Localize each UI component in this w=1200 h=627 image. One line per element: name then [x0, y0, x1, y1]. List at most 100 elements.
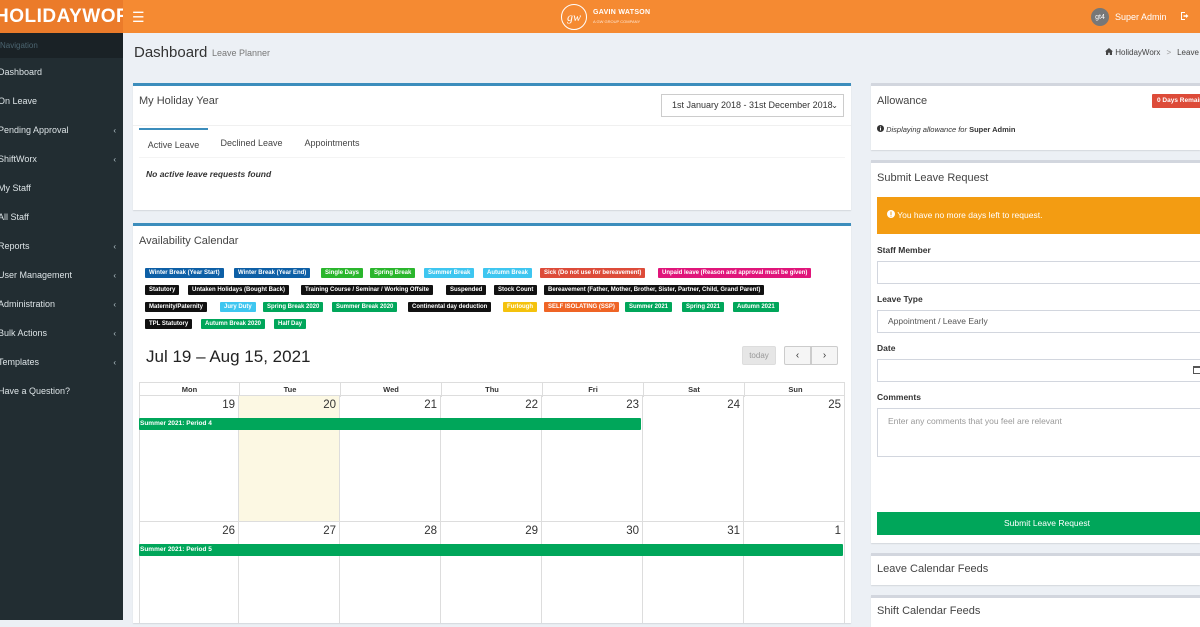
- sidebar-item-bulk-actions[interactable]: Bulk Actions ‹: [0, 319, 123, 348]
- legend-chip: Spring Break 2020: [263, 302, 324, 312]
- tab-active-leave[interactable]: Active Leave: [139, 128, 208, 158]
- legend-chip: Stock Count: [494, 285, 538, 295]
- calendar-day-cell[interactable]: 30: [542, 522, 643, 623]
- sidebar: Navigation Dashboard On Leave Pending Appr…: [0, 33, 123, 620]
- calendar-day-cell[interactable]: 23: [542, 396, 643, 522]
- app-logo[interactable]: HOLIDAYWORX: [0, 0, 123, 33]
- day-number[interactable]: 1: [835, 525, 841, 537]
- leave-calendar-feeds-title[interactable]: Leave Calendar Feeds: [877, 563, 988, 575]
- chevron-right-icon: ›: [822, 350, 827, 361]
- date-label: Date: [877, 343, 896, 353]
- comments-textarea[interactable]: Enter any comments that you feel are rel…: [877, 408, 1200, 457]
- day-number[interactable]: 23: [626, 399, 639, 411]
- calendar-day-cell[interactable]: 21: [340, 396, 441, 522]
- sidebar-item-all-staff[interactable]: All Staff: [0, 203, 123, 232]
- sidebar-item-label: Templates: [0, 357, 40, 367]
- user-name[interactable]: Super Admin: [1115, 12, 1167, 22]
- sidebar-item-label: Reports: [0, 241, 30, 251]
- empty-leave-message: No active leave requests found: [146, 169, 272, 179]
- holiday-year-select[interactable]: 1st January 2018 - 31st December 2018 ⌄: [661, 94, 844, 117]
- day-number[interactable]: 28: [424, 525, 437, 537]
- chevron-left-icon: ‹: [113, 155, 116, 164]
- brand-tagline: A GW GROUP COMPANY: [593, 19, 641, 24]
- legend-chip: Single Days: [321, 268, 364, 278]
- day-number[interactable]: 25: [828, 399, 841, 411]
- sidebar-item-label: All Staff: [0, 212, 29, 222]
- calendar-day-cell[interactable]: 25: [744, 396, 845, 522]
- legend-chip: Maternity/Paternity: [145, 302, 208, 312]
- sidebar-item-dashboard[interactable]: Dashboard: [0, 58, 123, 87]
- chevron-left-icon: ‹: [113, 126, 116, 135]
- calendar-icon[interactable]: [1193, 365, 1200, 377]
- sidebar-item-label: Pending Approval: [0, 125, 69, 135]
- tab-declined-leave[interactable]: Declined Leave: [216, 128, 287, 158]
- calendar-day-cell[interactable]: 26: [139, 522, 239, 623]
- weekday-header-row: Mon Tue Wed Thu Fri Sat Sun: [139, 382, 845, 397]
- shift-calendar-feeds-box: Shift Calendar Feeds: [871, 595, 1200, 627]
- sidebar-item-reports[interactable]: Reports ‹: [0, 232, 123, 261]
- user-menu[interactable]: gt4 Super Admin: [1091, 8, 1190, 26]
- menu-toggle-icon[interactable]: ☰: [132, 9, 145, 26]
- user-avatar[interactable]: gt4: [1091, 8, 1109, 26]
- home-icon[interactable]: [1105, 48, 1115, 57]
- legend-chip: Training Course / Seminar / Working Offs…: [301, 285, 433, 295]
- next-week-button[interactable]: ›: [811, 346, 838, 365]
- weekday-header: Tue: [240, 383, 341, 397]
- sidebar-item-shiftworx[interactable]: ShiftWorx ‹: [0, 145, 123, 174]
- brand-logo-icon: gw: [561, 4, 587, 30]
- allowance-note-prefix: Displaying allowance for: [886, 125, 967, 134]
- calendar-day-cell[interactable]: 1: [744, 522, 845, 623]
- sidebar-item-pending-approval[interactable]: Pending Approval ‹: [0, 116, 123, 145]
- day-number[interactable]: 26: [222, 525, 235, 537]
- legend-chip: Unpaid leave (Reason and approval must b…: [658, 268, 812, 278]
- day-number[interactable]: 21: [424, 399, 437, 411]
- legend-chip: Half Day: [274, 319, 307, 329]
- sidebar-item-administration[interactable]: Administration ‹: [0, 290, 123, 319]
- weekday-header: Sun: [788, 385, 803, 394]
- leave-type-label: Leave Type: [877, 294, 923, 304]
- today-button[interactable]: today: [742, 346, 776, 365]
- day-number[interactable]: 30: [626, 525, 639, 537]
- tab-appointments[interactable]: Appointments: [297, 128, 367, 158]
- staff-member-field[interactable]: [877, 261, 1200, 284]
- info-icon: [877, 125, 886, 134]
- warning-icon: [887, 210, 897, 220]
- top-navbar: HOLIDAYWORX ☰ gw GAVIN WATSON A GW GROUP…: [0, 0, 1200, 33]
- leave-type-select[interactable]: Appointment / Leave Early: [877, 310, 1200, 333]
- calendar-day-cell[interactable]: 29: [441, 522, 542, 623]
- sidebar-item-on-leave[interactable]: On Leave: [0, 87, 123, 116]
- logout-icon[interactable]: [1180, 11, 1190, 24]
- breadcrumb-home[interactable]: HolidayWorx: [1115, 48, 1160, 57]
- day-number[interactable]: 29: [525, 525, 538, 537]
- sidebar-item-my-staff[interactable]: My Staff: [0, 174, 123, 203]
- calendar-day-cell[interactable]: 31: [643, 522, 744, 623]
- calendar-day-cell[interactable]: 27: [239, 522, 340, 623]
- legend-chip: TPL Statutory: [145, 319, 193, 329]
- prev-week-button[interactable]: ‹: [784, 346, 811, 365]
- shift-calendar-feeds-title[interactable]: Shift Calendar Feeds: [877, 605, 980, 617]
- calendar-day-cell[interactable]: 19: [139, 396, 239, 522]
- calendar-day-cell[interactable]: 22: [441, 396, 542, 522]
- date-field[interactable]: [877, 359, 1200, 382]
- sidebar-item-templates[interactable]: Templates ‹: [0, 348, 123, 377]
- sidebar-item-have-a-question[interactable]: Have a Question?: [0, 377, 123, 406]
- sidebar-item-label: My Staff: [0, 183, 31, 193]
- day-number[interactable]: 27: [323, 525, 336, 537]
- calendar-day-cell[interactable]: 28: [340, 522, 441, 623]
- day-number[interactable]: 22: [525, 399, 538, 411]
- day-number[interactable]: 19: [222, 399, 235, 411]
- sidebar-item-user-management[interactable]: User Management ‹: [0, 261, 123, 290]
- calendar-event[interactable]: Summer 2021: Period 5: [139, 544, 843, 556]
- allowance-note: Displaying allowance for Super Admin: [877, 125, 1015, 134]
- day-number[interactable]: 24: [727, 399, 740, 411]
- legend-chip: Autumn 2021: [733, 302, 779, 312]
- calendar-day-cell[interactable]: 20: [239, 396, 340, 522]
- sidebar-header: Navigation: [0, 33, 123, 58]
- day-number[interactable]: 20: [323, 399, 336, 411]
- calendar-day-cell[interactable]: 24: [643, 396, 744, 522]
- day-number[interactable]: 31: [727, 525, 740, 537]
- legend-chip: Suspended: [446, 285, 487, 295]
- chevron-left-icon: ‹: [113, 242, 116, 251]
- submit-leave-button[interactable]: Submit Leave Request: [877, 512, 1200, 535]
- calendar-event[interactable]: Summer 2021: Period 4: [139, 418, 641, 430]
